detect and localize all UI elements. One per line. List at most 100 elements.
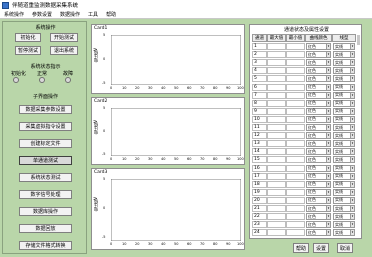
chevron-down-icon[interactable]: ▾	[350, 181, 354, 187]
chevron-down-icon[interactable]: ▾	[326, 157, 330, 163]
chevron-down-icon[interactable]: ▾	[326, 92, 330, 98]
curve-color-select[interactable]: 红色 ▾	[306, 59, 331, 67]
virtual-instr-button[interactable]: 采集虚拟指令设置	[19, 122, 72, 131]
max-value-cell[interactable]	[267, 107, 286, 115]
min-value-cell[interactable]	[286, 164, 305, 172]
chevron-down-icon[interactable]: ▾	[350, 165, 354, 171]
single-channel-test-button[interactable]: 单通道测试	[19, 156, 72, 165]
curve-color-select[interactable]: 红色 ▾	[306, 196, 331, 204]
chevron-down-icon[interactable]: ▾	[326, 60, 330, 66]
chevron-down-icon[interactable]: ▾	[350, 157, 354, 163]
chevron-down-icon[interactable]: ▾	[326, 108, 330, 114]
chevron-down-icon[interactable]: ▾	[326, 133, 330, 139]
min-value-cell[interactable]	[286, 115, 305, 123]
menu-help[interactable]: 帮助	[106, 11, 116, 18]
min-value-cell[interactable]	[286, 148, 305, 156]
max-value-cell[interactable]	[267, 164, 286, 172]
menu-data-ops[interactable]: 数据操作	[60, 11, 80, 18]
chevron-down-icon[interactable]: ▾	[350, 68, 354, 74]
chevron-down-icon[interactable]: ▾	[350, 149, 354, 155]
max-value-cell[interactable]	[267, 59, 286, 67]
curve-color-select[interactable]: 红色 ▾	[306, 172, 331, 180]
min-value-cell[interactable]	[286, 124, 305, 131]
line-style-select[interactable]: 实线 ▾	[333, 172, 355, 180]
min-value-cell[interactable]	[286, 188, 305, 196]
max-value-cell[interactable]	[267, 115, 286, 123]
max-value-cell[interactable]	[267, 148, 286, 156]
min-value-cell[interactable]	[286, 75, 305, 83]
min-value-cell[interactable]	[286, 180, 305, 188]
max-value-cell[interactable]	[267, 229, 286, 237]
max-value-cell[interactable]	[267, 75, 286, 83]
curve-color-select[interactable]: 红色 ▾	[306, 188, 331, 196]
line-style-select[interactable]: 实线 ▾	[333, 59, 355, 67]
line-style-select[interactable]: 实线 ▾	[333, 124, 355, 131]
curve-color-select[interactable]: 红色 ▾	[306, 43, 331, 50]
min-value-cell[interactable]	[286, 140, 305, 148]
max-value-cell[interactable]	[267, 196, 286, 204]
chevron-down-icon[interactable]: ▾	[350, 214, 354, 220]
line-style-select[interactable]: 实线 ▾	[333, 132, 355, 140]
settings-button[interactable]: 设置	[313, 243, 329, 253]
chevron-down-icon[interactable]: ▾	[326, 100, 330, 106]
chevron-down-icon[interactable]: ▾	[350, 84, 354, 90]
min-value-cell[interactable]	[286, 83, 305, 91]
line-style-select[interactable]: 实线 ▾	[333, 180, 355, 188]
line-style-select[interactable]: 实线 ▾	[333, 229, 355, 237]
chevron-down-icon[interactable]: ▾	[350, 108, 354, 114]
curve-color-select[interactable]: 红色 ▾	[306, 51, 331, 59]
max-value-cell[interactable]	[267, 43, 286, 50]
chevron-down-icon[interactable]: ▾	[350, 92, 354, 98]
min-value-cell[interactable]	[286, 59, 305, 67]
chevron-down-icon[interactable]: ▾	[326, 197, 330, 203]
line-style-select[interactable]: 实线 ▾	[333, 140, 355, 148]
line-style-select[interactable]: 实线 ▾	[333, 75, 355, 83]
min-value-cell[interactable]	[286, 221, 305, 229]
chevron-down-icon[interactable]: ▾	[326, 173, 330, 179]
table-scrollbar[interactable]	[357, 35, 360, 45]
menu-param-settings[interactable]: 参数设置	[32, 11, 52, 18]
chevron-down-icon[interactable]: ▾	[350, 173, 354, 179]
line-style-select[interactable]: 实线 ▾	[333, 188, 355, 196]
min-value-cell[interactable]	[286, 51, 305, 59]
line-style-select[interactable]: 实线 ▾	[333, 83, 355, 91]
chevron-down-icon[interactable]: ▾	[326, 44, 330, 49]
curve-color-select[interactable]: 红色 ▾	[306, 67, 331, 75]
chevron-down-icon[interactable]: ▾	[350, 230, 354, 236]
chevron-down-icon[interactable]: ▾	[350, 52, 354, 58]
min-value-cell[interactable]	[286, 43, 305, 50]
curve-color-select[interactable]: 红色 ▾	[306, 83, 331, 91]
curve-color-select[interactable]: 红色 ▾	[306, 140, 331, 148]
chevron-down-icon[interactable]: ▾	[350, 197, 354, 203]
max-value-cell[interactable]	[267, 180, 286, 188]
chevron-down-icon[interactable]: ▾	[350, 60, 354, 66]
exit-system-button[interactable]: 退出系统	[50, 46, 78, 55]
curve-color-select[interactable]: 红色 ▾	[306, 164, 331, 172]
cancel-button[interactable]: 取消	[337, 243, 353, 253]
min-value-cell[interactable]	[286, 156, 305, 164]
min-value-cell[interactable]	[286, 205, 305, 212]
curve-color-select[interactable]: 红色 ▾	[306, 221, 331, 229]
menu-tools[interactable]: 工具	[88, 11, 98, 18]
chevron-down-icon[interactable]: ▾	[350, 44, 354, 49]
chevron-down-icon[interactable]: ▾	[350, 116, 354, 122]
curve-color-select[interactable]: 红色 ▾	[306, 132, 331, 140]
chevron-down-icon[interactable]: ▾	[326, 68, 330, 74]
min-value-cell[interactable]	[286, 213, 305, 221]
max-value-cell[interactable]	[267, 83, 286, 91]
curve-color-select[interactable]: 红色 ▾	[306, 205, 331, 212]
chevron-down-icon[interactable]: ▾	[326, 52, 330, 58]
max-value-cell[interactable]	[267, 188, 286, 196]
max-value-cell[interactable]	[267, 140, 286, 148]
line-style-select[interactable]: 实线 ▾	[333, 115, 355, 123]
help-button[interactable]: 帮助	[293, 243, 309, 253]
chevron-down-icon[interactable]: ▾	[326, 116, 330, 122]
chevron-down-icon[interactable]: ▾	[350, 189, 354, 195]
curve-color-select[interactable]: 红色 ▾	[306, 75, 331, 83]
min-value-cell[interactable]	[286, 99, 305, 107]
max-value-cell[interactable]	[267, 67, 286, 75]
chevron-down-icon[interactable]: ▾	[326, 181, 330, 187]
line-style-select[interactable]: 实线 ▾	[333, 196, 355, 204]
chevron-down-icon[interactable]: ▾	[326, 222, 330, 228]
line-style-select[interactable]: 实线 ▾	[333, 164, 355, 172]
